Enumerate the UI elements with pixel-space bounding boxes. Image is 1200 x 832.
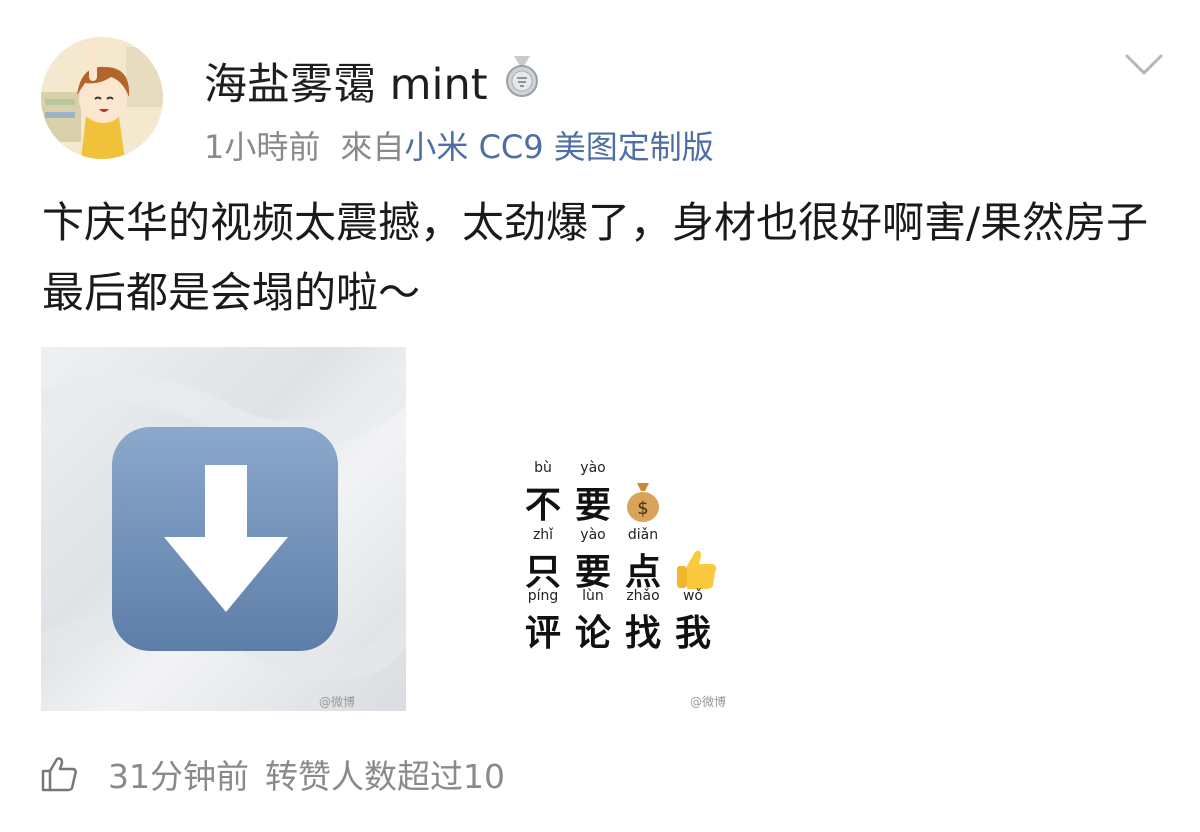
pinyin: lùn [582, 588, 604, 604]
pinyin: zhǐ [532, 527, 554, 543]
pinyin: wǒ [682, 588, 703, 604]
post-image-1[interactable]: @微博 [41, 347, 406, 711]
like-icon[interactable] [40, 755, 78, 793]
promo-char: 论 [574, 612, 611, 654]
pinyin: yào [580, 460, 606, 476]
chevron-down-icon[interactable] [1124, 52, 1164, 78]
pinyin: diǎn [627, 527, 659, 543]
pinyin: yào [580, 527, 606, 543]
source-prefix: 來自 [340, 128, 405, 166]
post-footer: 31分钟前 转赞人数超过10 [40, 752, 505, 796]
username[interactable]: 海盐雾霭 mint [204, 50, 488, 112]
promo-char: 要 [574, 484, 611, 526]
promo-line-3: píng lùn zhǎo wǒ 评论找我 [518, 585, 718, 656]
pinyin: zhǎo [626, 588, 660, 604]
money-bag-emoji: $ [627, 483, 660, 522]
image-watermark: @微博 [319, 695, 356, 709]
promo-line-1: bù yào 不要 $ [518, 457, 663, 528]
download-arrow-emoji [41, 374, 406, 681]
repost-like-count: 转赞人数超过10 [265, 757, 505, 796]
pinyin: bù [534, 460, 552, 476]
avatar-illustration [41, 37, 163, 159]
post-content: 卞庆华的视频太震撼，太劲爆了，身材也很好啊害/果然房子最后都是会塌的啦～ [42, 198, 1149, 317]
footer-time: 31分钟前 [108, 757, 249, 796]
post-image-2[interactable]: bù yào 不要 $ zhǐ yào diǎn 只要点 píng lùn zh… [420, 347, 785, 711]
svg-text:$: $ [637, 498, 648, 519]
pinyin: píng [527, 588, 559, 604]
promo-char: 不 [524, 484, 561, 526]
image-watermark: @微博 [690, 695, 727, 709]
weibo-post: 海盐雾霭 mint 1小時前 來自小米 CC9 美图定制版 卞庆华的视频太震撼，太… [0, 0, 1200, 832]
avatar[interactable] [41, 37, 163, 159]
thumbs-up-emoji [677, 550, 717, 589]
medal-icon[interactable] [502, 54, 542, 98]
promo-char: 评 [524, 612, 561, 654]
promo-char: 我 [674, 612, 711, 654]
source-device-link[interactable]: 小米 CC9 美图定制版 [404, 128, 713, 166]
promo-char: 找 [624, 612, 661, 654]
post-meta: 1小時前 來自小米 CC9 美图定制版 [204, 122, 714, 168]
post-time: 1小時前 [204, 128, 321, 166]
